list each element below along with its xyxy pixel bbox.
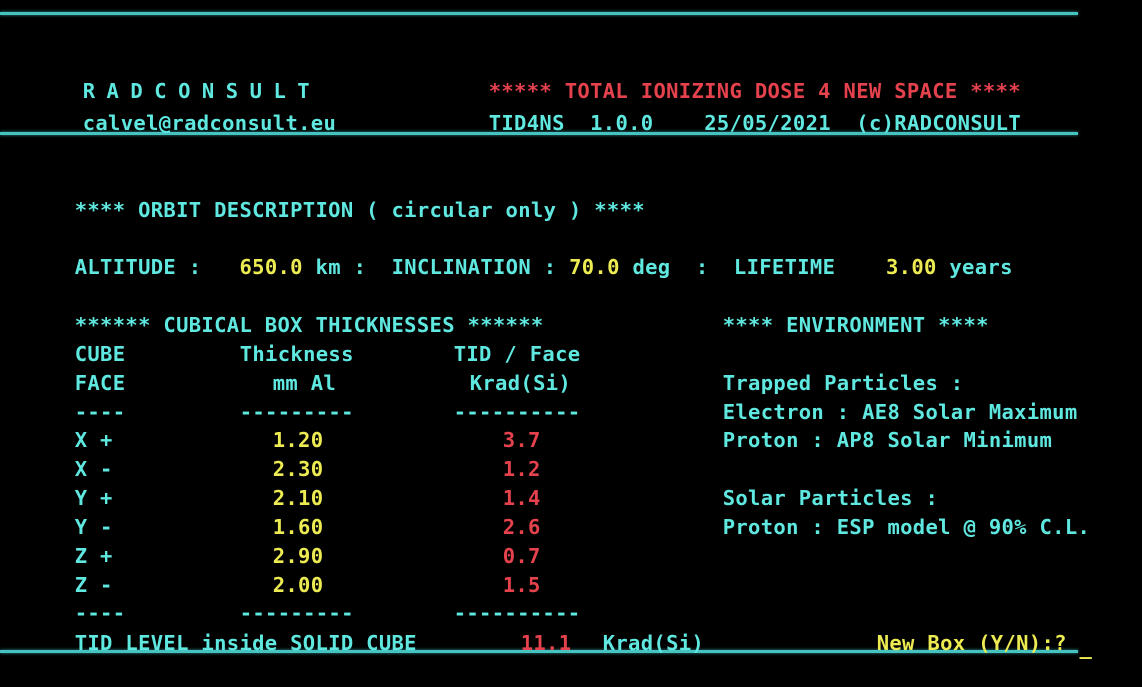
altitude-label: ALTITUDE : [74, 255, 202, 279]
build-date: 25/05/2021 [704, 111, 831, 135]
inclination-label: INCLINATION : [391, 255, 557, 279]
tid-summary-unit-group: Krad(Si) [552, 600, 704, 687]
altitude-value: 650.0 [239, 255, 303, 279]
tid-summary-label-group: TID LEVEL inside SOLID CUBE [24, 600, 417, 687]
header-divider-top [0, 12, 1078, 15]
program-version: 1.0.0 [590, 111, 654, 135]
orbit-separator-2: : [695, 255, 709, 279]
inclination-value: 70.0 [569, 255, 620, 279]
lifetime-unit: years [949, 255, 1013, 279]
new-box-prompt-label: New Box (Y/N):? [876, 631, 1067, 655]
input-cursor[interactable]: _ [1079, 635, 1092, 659]
solar-proton-label: Proton : ESP model @ 90% C.L. [722, 515, 1091, 539]
app-version-line: TID4NS 1.0.0 25/05/2021 (c)RADCONSULT [438, 80, 1021, 167]
altitude-unit: km [315, 255, 341, 279]
program-name: TID4NS [488, 111, 565, 135]
orbit-separator-1: : [353, 255, 367, 279]
terminal-screen: RADCONSULT calvel@radconsult.eu ***** TO… [0, 0, 1142, 687]
orbit-heading-label: **** ORBIT DESCRIPTION ( circular only )… [74, 198, 645, 222]
inclination-unit: deg [632, 255, 671, 279]
tid-summary-label: TID LEVEL inside SOLID CUBE [74, 631, 417, 655]
new-box-prompt[interactable]: New Box (Y/N):? _ [826, 600, 1092, 687]
lifetime-label: LIFETIME [733, 255, 836, 279]
environment-heading-label: **** ENVIRONMENT **** [722, 313, 989, 337]
trapped-proton-label: Proton : AP8 Solar Minimum [722, 428, 1053, 452]
contact-email: calvel@radconsult.eu [32, 80, 336, 167]
lifetime-value: 3.00 [885, 255, 937, 279]
email-label: calvel@radconsult.eu [82, 111, 337, 135]
solar-proton-model: Proton : ESP model @ 90% C.L. [672, 484, 1090, 571]
copyright-label: (c)RADCONSULT [856, 111, 1022, 135]
tid-summary-unit: Krad(Si) [602, 631, 705, 655]
